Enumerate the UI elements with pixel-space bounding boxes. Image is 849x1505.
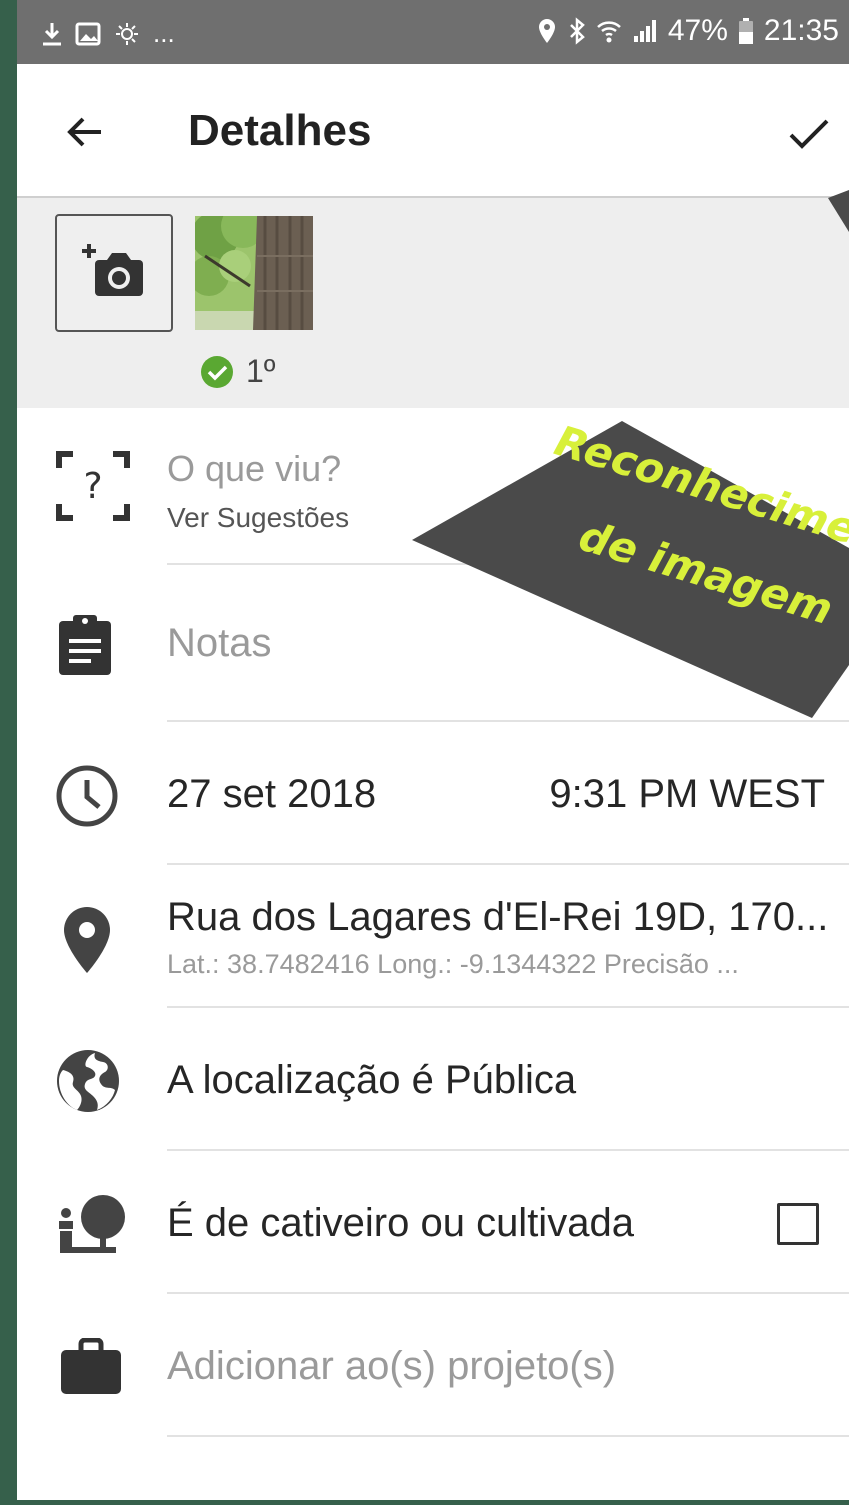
divider <box>167 1435 849 1437</box>
question-scan-icon: ? <box>56 451 130 521</box>
photo-thumbnail[interactable] <box>195 216 313 330</box>
identify-row[interactable]: ? O que viu? Ver Sugestões <box>17 410 849 565</box>
photo-strip: 1º <box>17 198 849 408</box>
signal-icon <box>633 20 656 42</box>
projects-row[interactable]: Adicionar ao(s) projeto(s) <box>17 1294 849 1437</box>
photo-badge-label: 1º <box>246 353 276 389</box>
image-icon <box>75 22 101 45</box>
suggestions-link[interactable]: Ver Sugestões <box>167 502 349 534</box>
clock: 21:35 <box>763 14 839 47</box>
privacy-label: A localização é Pública <box>167 1058 577 1102</box>
tree-photo <box>195 216 313 330</box>
status-bar: ... 47% 21:35 <box>17 0 849 64</box>
date-field[interactable]: 27 set 2018 <box>167 772 376 817</box>
captive-row[interactable]: É de cativeiro ou cultivada <box>17 1151 849 1294</box>
download-icon <box>43 22 61 45</box>
battery-icon <box>738 18 753 44</box>
location-address: Rua dos Lagares d'El-Rei 19D, 170... <box>167 895 829 939</box>
location-status-icon <box>538 19 555 43</box>
page-title: Detalhes <box>188 106 372 155</box>
captive-label: É de cativeiro ou cultivada <box>167 1201 634 1245</box>
notes-input[interactable]: Notas <box>167 621 272 666</box>
add-camera-icon <box>82 244 143 296</box>
check-circle-icon <box>201 355 233 388</box>
clipboard-icon <box>59 615 111 675</box>
globe-icon <box>57 1050 119 1112</box>
notes-row[interactable]: Notas <box>17 565 849 722</box>
clock-icon <box>56 765 118 827</box>
captive-checkbox[interactable] <box>777 1203 819 1245</box>
system-icons: 47% 21:35 <box>536 14 839 48</box>
briefcase-icon <box>61 1338 121 1394</box>
projects-input[interactable]: Adicionar ao(s) projeto(s) <box>167 1344 616 1389</box>
location-coordinates: Lat.: 38.7482416 Long.: -9.1344322 Preci… <box>167 949 739 979</box>
potted-tree-icon <box>59 1195 125 1253</box>
add-photo-button[interactable] <box>55 214 173 332</box>
wifi-icon <box>597 21 621 43</box>
bluetooth-icon <box>569 17 585 45</box>
svg-text:?: ? <box>83 466 102 507</box>
toolbar: Detalhes <box>17 64 849 198</box>
checkmark-icon[interactable] <box>785 110 833 158</box>
location-row[interactable]: Rua dos Lagares d'El-Rei 19D, 170... Lat… <box>17 865 849 1008</box>
privacy-row[interactable]: A localização é Pública <box>17 1008 849 1151</box>
species-input[interactable]: O que viu? <box>167 448 341 490</box>
photo-badge: 1º <box>200 353 275 390</box>
time-field[interactable]: 9:31 PM WEST <box>549 772 825 817</box>
battery-percent: 47% <box>667 14 728 47</box>
back-arrow-icon[interactable] <box>61 108 109 156</box>
location-pin-icon <box>64 907 110 973</box>
phone-screen: ... 47% 21:35 Detalhes 1º ? O que viu? V… <box>17 0 849 1500</box>
datetime-row: 27 set 2018 9:31 PM WEST <box>17 722 849 865</box>
sync-icon <box>116 22 138 45</box>
notification-icons: ... <box>41 18 175 49</box>
more-notifications: ... <box>153 18 175 48</box>
